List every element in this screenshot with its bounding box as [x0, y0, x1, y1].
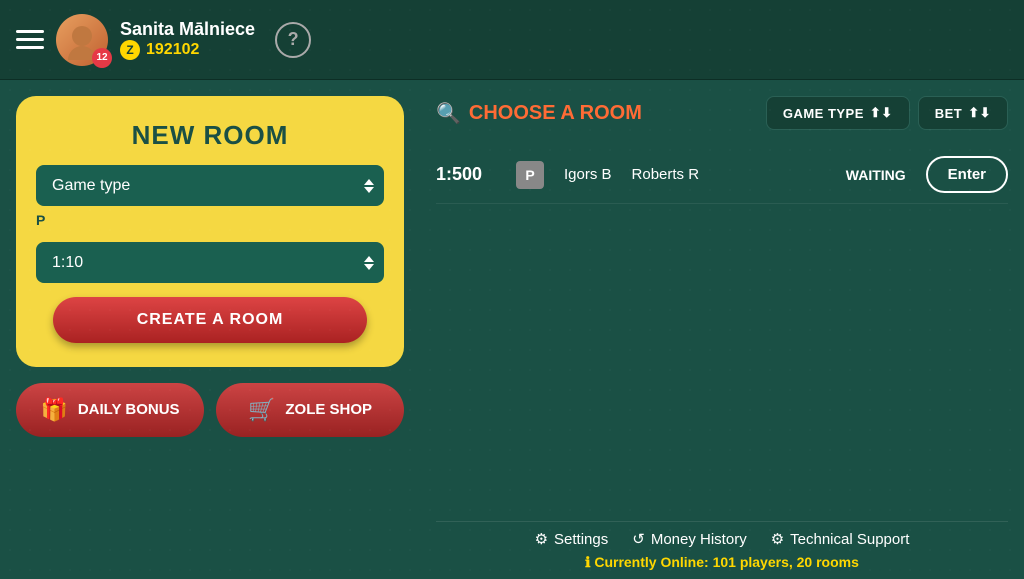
create-room-button[interactable]: CREATE A ROOM	[53, 297, 366, 343]
filter-arrow-icon: ⬆⬇	[870, 105, 893, 121]
header: 12 Sanita Mālniece Z 192102 ?	[0, 0, 1024, 80]
table-row: 1:500 P Igors B Roberts R WAITING Enter	[436, 146, 1008, 204]
coin-amount: 192102	[146, 41, 199, 59]
bet-filter-arrow-icon: ⬆⬇	[968, 105, 991, 121]
filter-bet-label: BET	[935, 106, 963, 121]
new-room-card: NEW ROOM Game type P 1:10	[16, 96, 404, 367]
user-coins: Z 192102	[120, 40, 255, 60]
game-type-sub-label: P	[36, 212, 45, 228]
online-status: ℹ Currently Online: 101 players, 20 room…	[436, 554, 1008, 571]
bottom-buttons: 🎁 DAILY BONUS 🛒 ZOLE SHOP	[16, 383, 404, 437]
bet-filter-button[interactable]: BET ⬆⬇	[918, 96, 1008, 130]
zole-shop-label: ZOLE SHOP	[285, 400, 372, 420]
online-count: 101 players, 20 rooms	[713, 554, 859, 570]
bet-select[interactable]: 1:10	[36, 242, 384, 283]
money-history-link[interactable]: ↺ Money History	[632, 530, 746, 548]
zole-shop-button[interactable]: 🛒 ZOLE SHOP	[216, 383, 404, 437]
settings-label: Settings	[554, 531, 608, 548]
user-name: Sanita Mālniece	[120, 19, 255, 40]
tech-support-icon: ⚙	[771, 530, 784, 548]
help-button[interactable]: ?	[275, 22, 311, 58]
left-panel: NEW ROOM Game type P 1:10	[0, 80, 420, 579]
new-room-title: NEW ROOM	[132, 120, 289, 151]
daily-bonus-button[interactable]: 🎁 DAILY BONUS	[16, 383, 204, 437]
money-history-label: Money History	[651, 531, 747, 548]
coin-icon: Z	[120, 40, 140, 60]
online-text: Currently Online:	[594, 554, 708, 570]
enter-room-button[interactable]: Enter	[926, 156, 1008, 193]
settings-icon: ⚙	[535, 530, 548, 548]
room-header: 🔍 CHOOSE A ROOM GAME TYPE ⬆⬇ BET ⬆⬇	[436, 96, 1008, 130]
cart-icon: 🛒	[248, 397, 275, 423]
notification-badge: 12	[92, 48, 112, 68]
game-type-filter-button[interactable]: GAME TYPE ⬆⬇	[766, 96, 910, 130]
rooms-list: 1:500 P Igors B Roberts R WAITING Enter	[436, 146, 1008, 521]
choose-room-label: 🔍 CHOOSE A ROOM	[436, 101, 642, 126]
room-status: WAITING	[846, 167, 906, 183]
game-type-select[interactable]: Game type	[36, 165, 384, 206]
tech-support-link[interactable]: ⚙ Technical Support	[771, 530, 910, 548]
player-2-name: Roberts R	[632, 166, 700, 183]
room-type-badge: P	[516, 161, 544, 189]
footer: ⚙ Settings ↺ Money History ⚙ Technical S…	[436, 521, 1008, 571]
player-1-name: Igors B	[564, 166, 612, 183]
right-panel: 🔍 CHOOSE A ROOM GAME TYPE ⬆⬇ BET ⬆⬇ 1:50…	[420, 80, 1024, 579]
bet-wrapper: 1:10	[36, 242, 384, 283]
room-players: Igors B Roberts R	[564, 166, 826, 183]
search-icon: 🔍	[436, 101, 461, 126]
room-bet: 1:500	[436, 164, 496, 185]
tech-support-label: Technical Support	[790, 531, 909, 548]
choose-room-text: CHOOSE A ROOM	[469, 102, 642, 125]
info-icon: ℹ	[585, 554, 594, 570]
daily-bonus-label: DAILY BONUS	[78, 400, 180, 420]
footer-links: ⚙ Settings ↺ Money History ⚙ Technical S…	[436, 530, 1008, 548]
user-info: Sanita Mālniece Z 192102	[120, 19, 255, 60]
main-content: NEW ROOM Game type P 1:10	[0, 80, 1024, 579]
gift-icon: 🎁	[40, 397, 67, 423]
hamburger-menu[interactable]	[16, 30, 44, 49]
filter-game-type-label: GAME TYPE	[783, 106, 864, 121]
filter-buttons: GAME TYPE ⬆⬇ BET ⬆⬇	[766, 96, 1008, 130]
money-history-icon: ↺	[632, 530, 645, 548]
settings-link[interactable]: ⚙ Settings	[535, 530, 609, 548]
avatar-container: 12	[56, 14, 108, 66]
game-type-wrapper: Game type	[36, 165, 384, 206]
